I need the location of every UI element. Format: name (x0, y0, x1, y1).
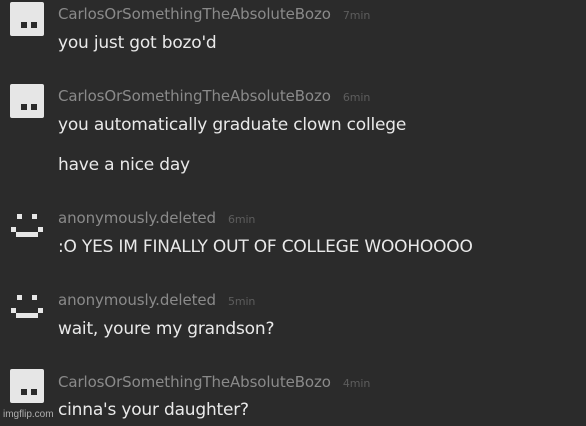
avatar-eye (31, 104, 37, 110)
username[interactable]: anonymously.deleted (58, 209, 216, 227)
message-text: :O YES IM FINALLY OUT OF COLLEGE WOOHOOO… (58, 237, 473, 257)
smiley-avatar[interactable] (10, 210, 44, 244)
username-row: anonymously.deleted 5min (58, 291, 255, 309)
username-row: CarlosOrSomethingTheAbsoluteBozo 6min (58, 87, 370, 105)
avatar-eye (21, 389, 27, 395)
user-avatar[interactable] (10, 84, 44, 118)
message-text: cinna's your daughter? (58, 400, 249, 420)
user-avatar[interactable] (10, 2, 44, 36)
timestamp: 4min (342, 377, 371, 390)
username-row: CarlosOrSomethingTheAbsoluteBozo 7min (58, 5, 370, 23)
avatar-eye (31, 389, 37, 395)
chat-log: CarlosOrSomethingTheAbsoluteBozo 7min you… (0, 0, 586, 426)
timestamp: 6min (227, 213, 256, 226)
avatar-eye (31, 22, 37, 28)
message-text: you just got bozo'd (58, 33, 217, 53)
smiley-avatar[interactable] (10, 291, 44, 325)
user-avatar[interactable] (10, 369, 44, 403)
watermark: imgflip.com (3, 409, 54, 420)
avatar-eye (21, 22, 27, 28)
username[interactable]: CarlosOrSomethingTheAbsoluteBozo (58, 87, 331, 105)
username[interactable]: anonymously.deleted (58, 291, 216, 309)
avatar-eye (21, 104, 27, 110)
message-text: you automatically graduate clown college (58, 115, 407, 135)
smiley-icon (11, 214, 43, 237)
username[interactable]: CarlosOrSomethingTheAbsoluteBozo (58, 373, 331, 391)
username-row: anonymously.deleted 6min (58, 209, 255, 227)
timestamp: 6min (342, 91, 371, 104)
timestamp: 7min (342, 9, 371, 22)
timestamp: 5min (227, 295, 256, 308)
username[interactable]: CarlosOrSomethingTheAbsoluteBozo (58, 5, 331, 23)
message-text: wait, youre my grandson? (58, 319, 275, 339)
smiley-icon (11, 295, 43, 318)
message-text: have a nice day (58, 155, 190, 175)
username-row: CarlosOrSomethingTheAbsoluteBozo 4min (58, 373, 370, 391)
